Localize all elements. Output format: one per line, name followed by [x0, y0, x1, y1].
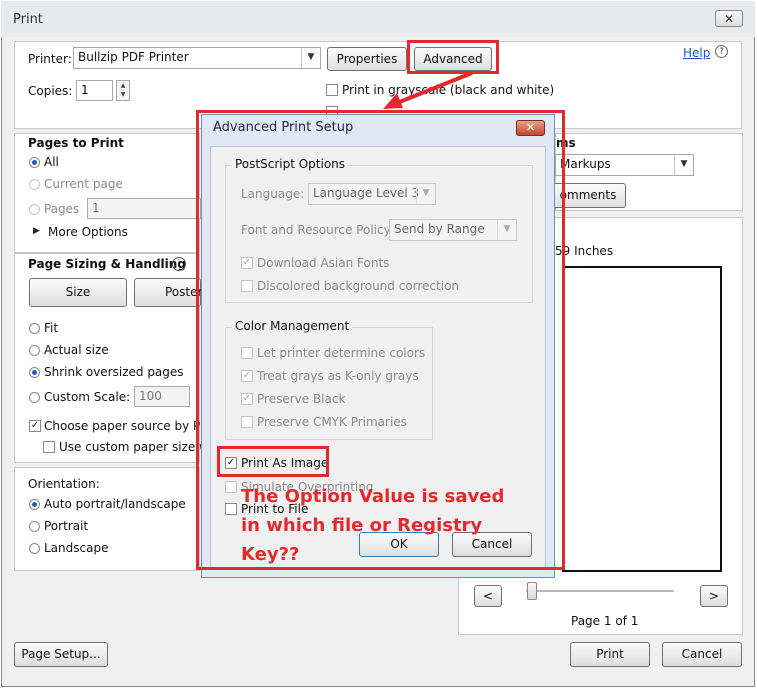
paper-source-label: Choose paper source by PDF: [44, 419, 217, 433]
properties-button[interactable]: Properties: [327, 47, 407, 71]
print-button[interactable]: Print: [570, 642, 650, 667]
annotation-line-2: in which file or Registry: [241, 515, 483, 536]
help-link[interactable]: Help: [683, 46, 710, 60]
expand-triangle-icon[interactable]: ▶: [33, 226, 40, 236]
radio-portrait-label: Portrait: [44, 519, 89, 533]
page-preview: [562, 266, 722, 572]
chevron-down-icon: ▼: [674, 155, 693, 175]
copies-stepper[interactable]: ▲ ▼: [116, 80, 130, 101]
radio-custom-scale-label: Custom Scale:: [44, 390, 131, 404]
custom-paper-label: Use custom paper size wh: [59, 440, 217, 454]
window-title: Print: [13, 12, 43, 27]
radio-all[interactable]: [29, 157, 40, 168]
page-setup-button[interactable]: Page Setup...: [14, 642, 108, 667]
radio-auto-orientation-label: Auto portrait/landscape: [44, 497, 186, 511]
page-slider-track: [526, 590, 674, 592]
help-icon[interactable]: ?: [715, 45, 728, 58]
radio-pages-label: Pages: [44, 202, 80, 216]
radio-current-page[interactable]: [29, 179, 40, 190]
copies-input[interactable]: 1: [76, 80, 113, 101]
radio-landscape-label: Landscape: [44, 541, 109, 555]
comments-forms-select-value: Markups: [560, 157, 611, 171]
radio-shrink-oversized-label: Shrink oversized pages: [44, 365, 184, 379]
copies-label: Copies:: [28, 84, 73, 98]
grayscale-checkbox[interactable]: [326, 84, 338, 96]
radio-fit[interactable]: [29, 323, 40, 334]
radio-pages[interactable]: [29, 204, 40, 215]
next-page-button[interactable]: >: [700, 585, 728, 607]
radio-fit-label: Fit: [44, 321, 59, 335]
printer-label: Printer:: [28, 52, 72, 66]
radio-portrait[interactable]: [29, 521, 40, 532]
orientation-title: Orientation:: [28, 477, 100, 491]
pages-range-input[interactable]: 1: [87, 198, 201, 219]
page-slider-thumb[interactable]: [527, 582, 537, 600]
printer-select-value: Bullzip PDF Printer: [78, 50, 189, 64]
pages-to-print-title: Pages to Print: [28, 136, 124, 150]
page-sizing-title: Page Sizing & Handling: [28, 257, 186, 271]
radio-shrink-oversized[interactable]: [29, 367, 40, 378]
more-options-toggle[interactable]: More Options: [48, 225, 128, 239]
advanced-highlight-box: [407, 40, 499, 74]
red-arrow-icon: [383, 71, 473, 109]
printer-select[interactable]: Bullzip PDF Printer ▼: [73, 47, 321, 69]
chevron-down-icon: ▼: [301, 48, 320, 68]
window-close-button[interactable]: ✕: [715, 10, 743, 27]
radio-all-label: All: [44, 155, 59, 169]
size-button[interactable]: Size: [29, 278, 127, 307]
radio-landscape[interactable]: [29, 543, 40, 554]
print-as-image-highlight-box: [217, 446, 329, 477]
radio-current-page-label: Current page: [44, 177, 123, 191]
radio-auto-orientation[interactable]: [29, 499, 40, 510]
prev-page-button[interactable]: <: [474, 585, 502, 607]
radio-actual-size-label: Actual size: [44, 343, 109, 357]
paper-source-checkbox[interactable]: ✓: [29, 420, 41, 432]
annotation-line-3: Key??: [241, 544, 300, 565]
radio-custom-scale[interactable]: [29, 392, 40, 403]
title-bar: [1, 1, 755, 37]
annotation-line-1: The Option Value is saved: [241, 486, 505, 507]
poster-button[interactable]: Poster: [134, 278, 202, 307]
custom-paper-checkbox[interactable]: [43, 441, 55, 453]
radio-actual-size[interactable]: [29, 345, 40, 356]
cancel-button[interactable]: Cancel: [662, 642, 742, 667]
custom-scale-input[interactable]: 100: [134, 386, 190, 407]
info-icon[interactable]: i: [172, 257, 186, 271]
page-info-text: Page 1 of 1: [571, 614, 639, 628]
comments-forms-select[interactable]: Markups ▼: [555, 154, 694, 176]
